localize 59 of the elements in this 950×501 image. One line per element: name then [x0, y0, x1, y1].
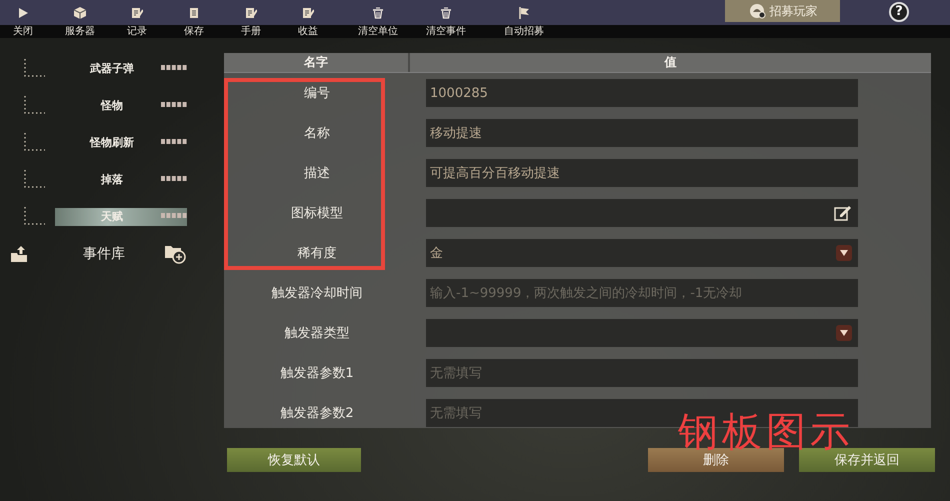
drag-handle-icon	[161, 138, 187, 144]
drag-handle-icon	[161, 102, 187, 108]
export-button[interactable]	[10, 245, 28, 263]
play-icon	[17, 6, 29, 18]
drag-handle-icon	[161, 176, 187, 182]
field-label: 名称	[303, 125, 331, 142]
field-label: 编号	[303, 85, 331, 102]
toolbar-button[interactable]: 手册	[232, 0, 270, 38]
megaphone-icon	[748, 3, 766, 19]
toolbar-button[interactable]: 清空事件	[420, 0, 472, 38]
drag-handle-icon	[161, 212, 187, 218]
reset-button[interactable]: 恢复默认	[227, 448, 361, 472]
tree-connector-icon	[24, 168, 46, 188]
help-button[interactable]: ?	[889, 2, 909, 22]
input-field[interactable]: 无需填写	[426, 359, 858, 387]
toolbar-button[interactable]: 自动招募	[498, 0, 550, 38]
field-label: 描述	[303, 165, 331, 182]
input-field[interactable]: 1000285	[426, 79, 858, 107]
tree-connector-icon	[24, 132, 46, 152]
sidebar-item[interactable]: 掉落	[55, 170, 187, 188]
toolbar-button[interactable]: 收益	[289, 0, 327, 38]
field-label: 图标模型	[290, 205, 344, 222]
folder-upload-icon	[10, 245, 28, 263]
sidebar-item[interactable]: 怪物刷新	[55, 134, 187, 152]
edit-icon	[245, 6, 257, 18]
toolbar-button[interactable]: 保存	[175, 0, 213, 38]
input-field[interactable]: 可提高百分百移动提速	[426, 159, 858, 187]
drag-handle-icon	[161, 64, 187, 70]
edit-icon	[131, 6, 143, 18]
dropdown[interactable]: 金	[426, 239, 858, 267]
edit-icon	[302, 6, 314, 18]
cube-icon	[74, 6, 86, 18]
toolbar-button[interactable]: 关闭	[4, 0, 42, 38]
tree-connector-icon	[24, 58, 46, 78]
toolbar-button[interactable]: 记录	[118, 0, 156, 38]
sidebar-item[interactable]: 武器子弹	[55, 60, 187, 78]
trash-icon	[372, 6, 384, 18]
flag-icon	[518, 6, 530, 18]
input-field[interactable]: 输入-1~99999，两次触发之间的冷却时间，-1无冷却	[426, 279, 858, 307]
field-label: 触发器冷却时间	[270, 285, 364, 302]
field-label: 触发器参数1	[279, 365, 355, 382]
column-header: 名字	[224, 53, 410, 72]
column-header: 值	[663, 54, 678, 71]
tree-connector-icon	[24, 206, 46, 226]
sidebar-item[interactable]: 怪物	[55, 96, 187, 114]
field-label: 触发器类型	[284, 325, 350, 342]
field-label: 触发器参数2	[279, 405, 355, 422]
icon-field[interactable]	[426, 199, 858, 227]
toolbar-button[interactable]: 清空单位	[352, 0, 404, 38]
add-folder-button[interactable]	[164, 244, 186, 264]
input-field[interactable]: 移动提速	[426, 119, 858, 147]
document-icon	[188, 6, 200, 18]
edit-icon	[834, 205, 852, 221]
trash-icon	[440, 6, 452, 18]
library-title: 事件库	[83, 245, 125, 263]
folder-add-icon	[164, 244, 186, 264]
tree-connector-icon	[24, 94, 46, 114]
field-label: 稀有度	[296, 245, 338, 262]
toolbar-button[interactable]: 服务器	[61, 0, 99, 38]
